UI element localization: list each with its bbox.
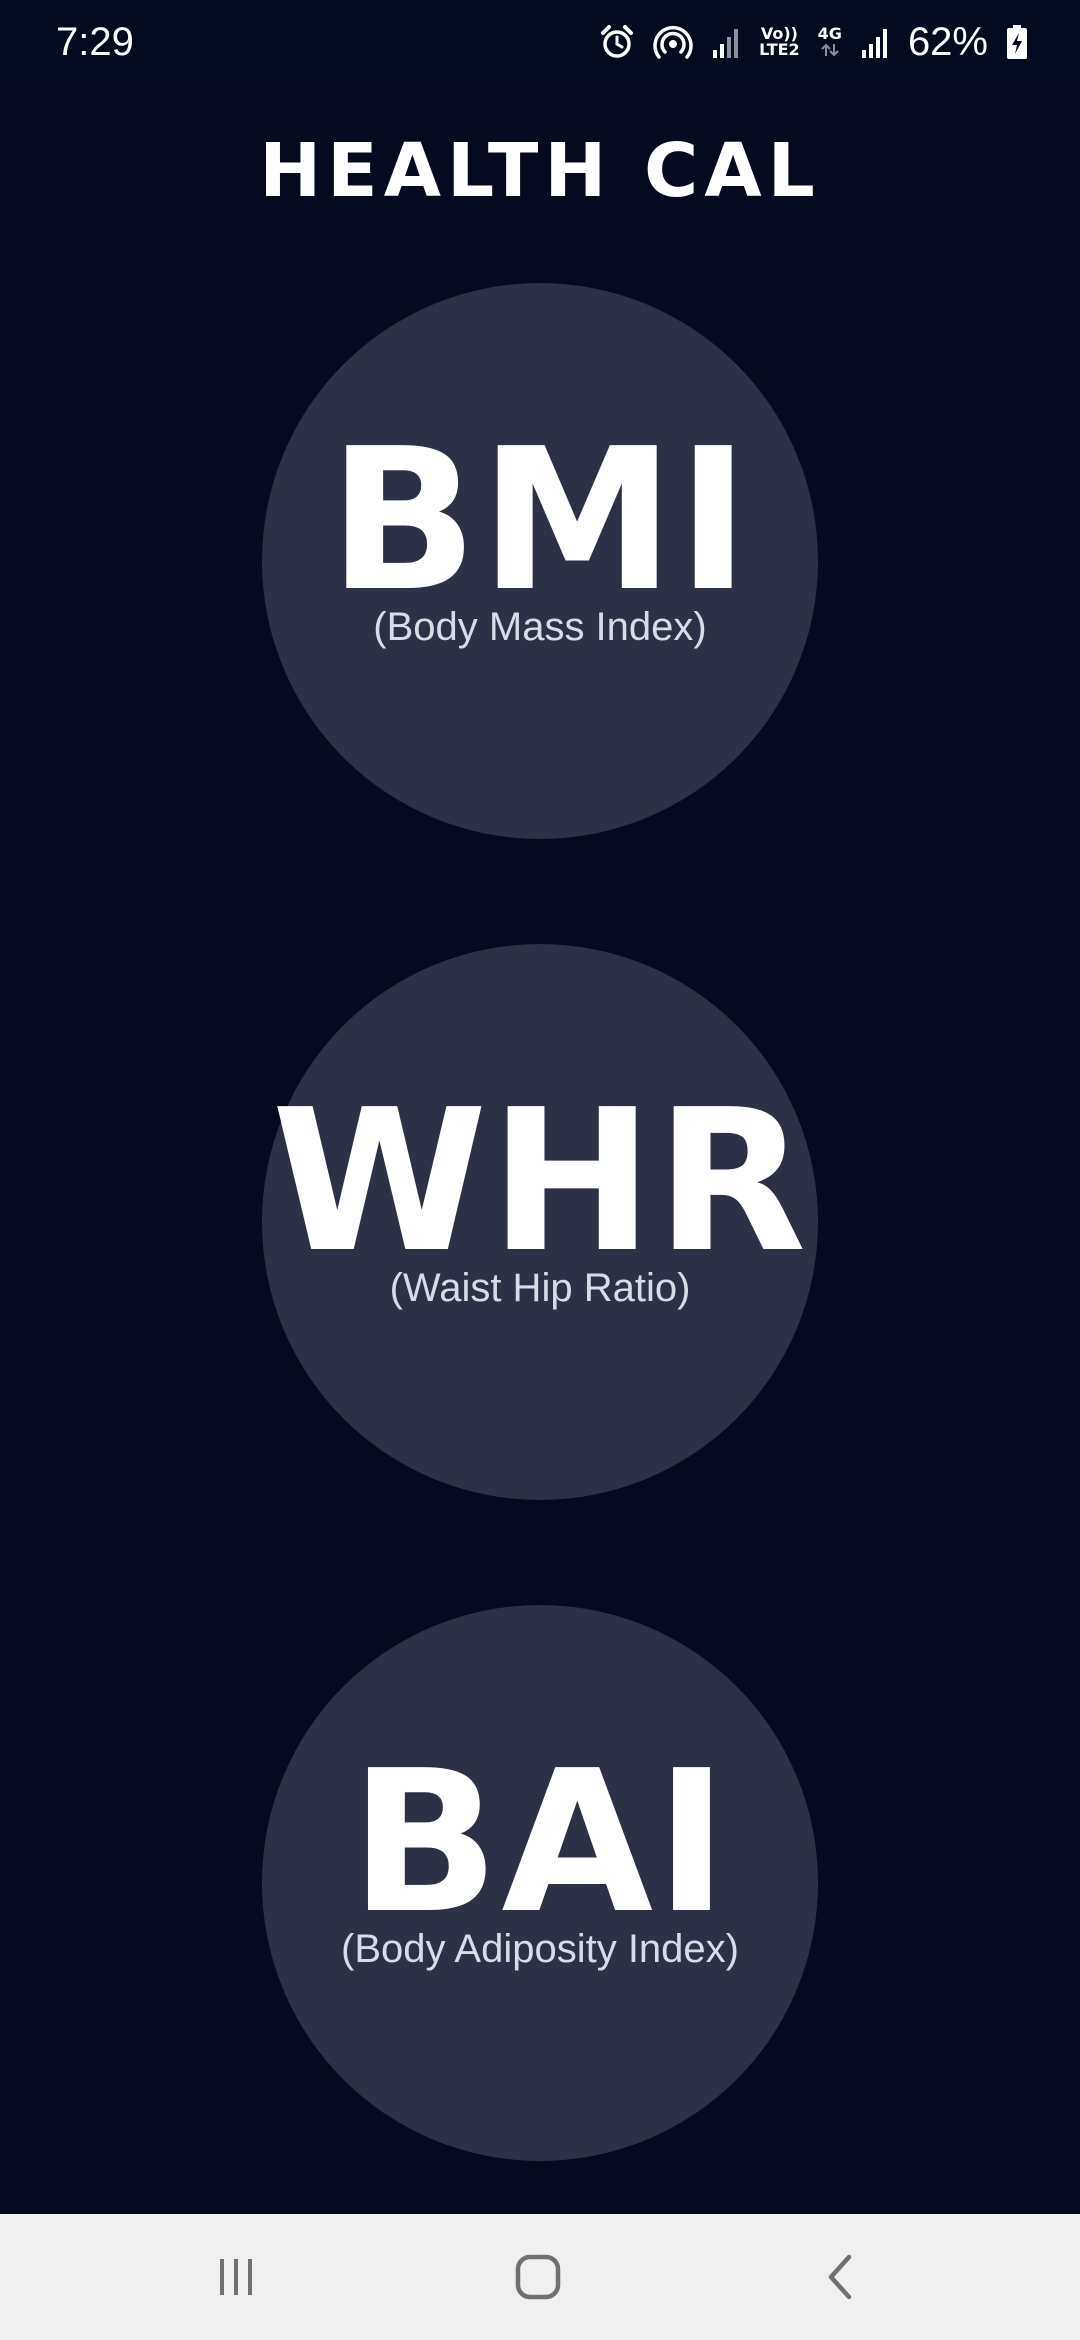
bmi-subtitle: (Body Mass Index)	[373, 605, 707, 649]
bmi-button[interactable]: BMI (Body Mass Index)	[262, 283, 818, 839]
battery-percent: 62%	[907, 19, 988, 64]
network-type-label: 4G	[818, 26, 842, 58]
status-bar: 7:29 Vo)) LTE2 4G 62%	[0, 0, 1080, 84]
recents-icon	[220, 2259, 252, 2295]
data-arrows-icon	[821, 43, 839, 57]
bai-button[interactable]: BAI (Body Adiposity Index)	[262, 1605, 818, 2161]
recents-button[interactable]	[176, 2242, 296, 2312]
volte-label: Vo)) LTE2	[759, 26, 800, 58]
alarm-icon	[599, 24, 635, 60]
back-button[interactable]	[780, 2242, 900, 2312]
whr-subtitle: (Waist Hip Ratio)	[389, 1266, 691, 1310]
navigation-bar	[0, 2214, 1080, 2340]
status-time: 7:29	[56, 20, 134, 64]
whr-button[interactable]: WHR (Waist Hip Ratio)	[262, 944, 818, 1500]
status-icons: Vo)) LTE2 4G 62%	[599, 16, 1028, 68]
signal-icon	[711, 26, 741, 58]
home-button[interactable]	[478, 2242, 598, 2312]
app-title: HEALTH CAL	[259, 128, 821, 214]
signal-icon	[860, 26, 890, 58]
back-icon	[828, 2254, 852, 2300]
bai-subtitle: (Body Adiposity Index)	[341, 1927, 739, 1971]
battery-charging-icon	[1006, 24, 1028, 60]
network-type-text: 4G	[817, 24, 842, 43]
hotspot-icon	[653, 24, 693, 60]
whr-label: WHR	[271, 1068, 809, 1296]
volte-bottom-text: LTE2	[759, 40, 800, 59]
home-icon	[515, 2254, 561, 2300]
bai-label: BAI	[349, 1729, 730, 1957]
bmi-label: BMI	[328, 407, 752, 635]
